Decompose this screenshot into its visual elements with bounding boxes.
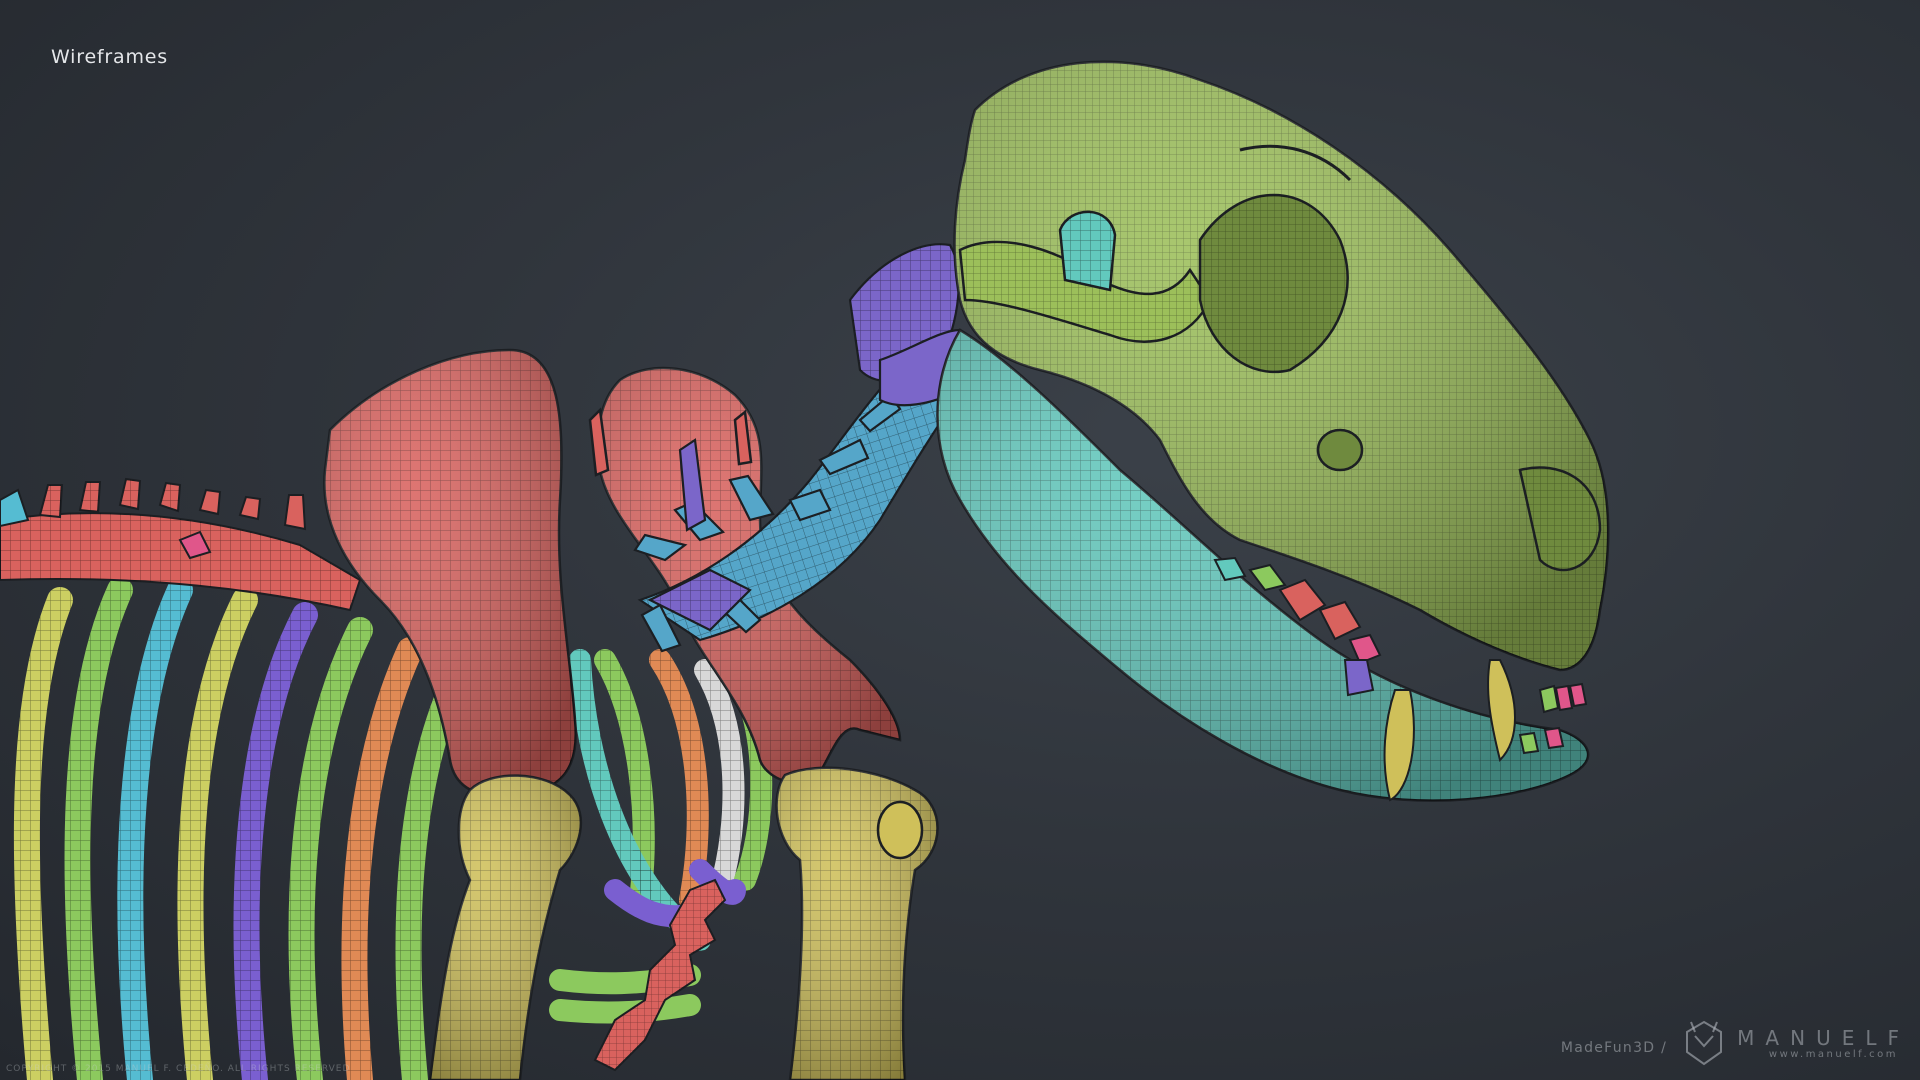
view-title: Wireframes (51, 46, 168, 68)
cervical-spine (633, 243, 972, 653)
humerus-left (428, 774, 583, 1080)
ribs-wire-overlay (13, 577, 468, 1080)
watermark-brand: MANUELF (1737, 1025, 1910, 1050)
lion-skeleton-wireframe-render (0, 60, 1610, 1080)
watermark-url: www.manuelf.com (1768, 1048, 1898, 1060)
watermark-studio: MadeFun3D / (1560, 1040, 1668, 1056)
watermark: MadeFun3D / MANUELF www.manuelf.com (1561, 1016, 1910, 1070)
humerus-right (775, 766, 939, 1080)
viewport: Wireframes COPYRIGHT © 2015 MANUEL F. CE… (0, 0, 1920, 1080)
watermark-brand-block: MANUELF www.manuelf.com (1737, 1027, 1910, 1060)
copyright-notice: COPYRIGHT © 2015 MANUEL F. CEDEÑO. ALL R… (6, 1064, 351, 1074)
scapula-left (323, 348, 577, 798)
helmet-logo-icon (1686, 1020, 1723, 1066)
